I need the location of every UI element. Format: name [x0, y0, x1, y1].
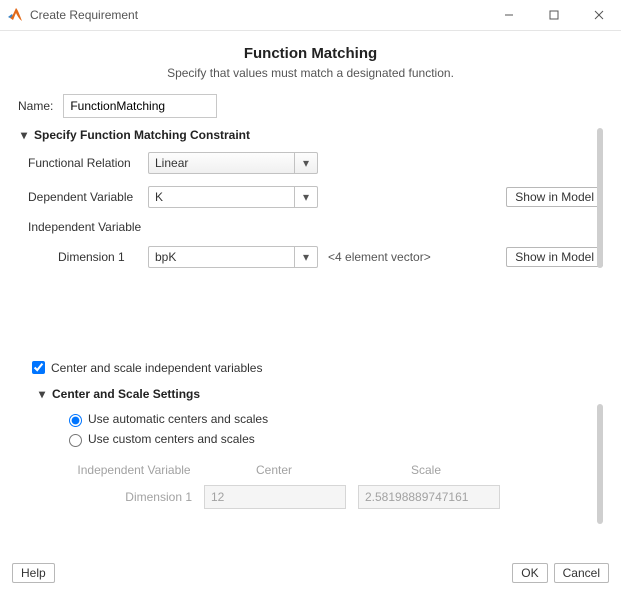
section-constraint-title: Specify Function Matching Constraint: [34, 128, 250, 142]
disclosure-triangle-icon[interactable]: ▾: [36, 387, 48, 401]
dimension-1-value: bpK: [149, 250, 294, 264]
chevron-down-icon: ▾: [294, 187, 317, 207]
radio-auto[interactable]: [69, 414, 82, 427]
dimension-1-select[interactable]: bpK ▾: [148, 246, 318, 268]
page-subtitle: Specify that values must match a designa…: [18, 66, 603, 80]
matlab-logo-icon: [8, 7, 24, 23]
ok-button[interactable]: OK: [512, 563, 547, 583]
independent-variable-header: Independent Variable: [28, 220, 603, 234]
close-button[interactable]: [576, 0, 621, 30]
chevron-down-icon: ▾: [294, 153, 317, 173]
center-scale-checkbox[interactable]: [32, 361, 45, 374]
show-in-model-dependent-button[interactable]: Show in Model: [506, 187, 603, 207]
functional-relation-select[interactable]: Linear ▾: [148, 152, 318, 174]
dimension-1-row: Dimension 1 bpK ▾ <4 element vector> Sho…: [58, 246, 603, 268]
independent-variable-label: Independent Variable: [28, 220, 141, 234]
radio-auto-label: Use automatic centers and scales: [88, 412, 268, 426]
name-input[interactable]: [63, 94, 217, 118]
table-row-label: Dimension 1: [64, 490, 204, 504]
dependent-variable-label: Dependent Variable: [28, 190, 148, 204]
dialog-content: Function Matching Specify that values mu…: [0, 31, 621, 553]
dimension-1-label: Dimension 1: [58, 250, 148, 264]
minimize-button[interactable]: [486, 0, 531, 30]
center-scale-checkbox-label: Center and scale independent variables: [51, 361, 262, 375]
footer: Help OK Cancel: [0, 556, 621, 590]
center-scale-section-title: Center and Scale Settings: [52, 387, 200, 401]
scroll-pane: ▾ Specify Function Matching Constraint F…: [18, 128, 603, 546]
window-title: Create Requirement: [30, 8, 486, 22]
dependent-variable-value: K: [149, 190, 294, 204]
functional-relation-label: Functional Relation: [28, 156, 148, 170]
radio-auto-row[interactable]: Use automatic centers and scales: [64, 411, 603, 427]
center-scale-section-header[interactable]: ▾ Center and Scale Settings: [36, 387, 603, 401]
page-title: Function Matching: [18, 45, 603, 62]
dependent-variable-select[interactable]: K ▾: [148, 186, 318, 208]
col-center: Center: [204, 463, 344, 477]
scrollbar-thumb[interactable]: [597, 128, 603, 268]
scale-input: [358, 485, 500, 509]
cancel-button[interactable]: Cancel: [554, 563, 609, 583]
functional-relation-row: Functional Relation Linear ▾: [28, 152, 603, 174]
radio-custom-label: Use custom centers and scales: [88, 432, 255, 446]
radio-custom[interactable]: [69, 434, 82, 447]
table-header: Independent Variable Center Scale: [64, 463, 603, 477]
disclosure-triangle-icon[interactable]: ▾: [18, 128, 30, 142]
center-scale-table: Independent Variable Center Scale Dimens…: [64, 463, 603, 509]
name-row: Name:: [18, 94, 603, 118]
dimension-1-hint: <4 element vector>: [328, 250, 431, 264]
name-label: Name:: [18, 99, 53, 113]
chevron-down-icon: ▾: [294, 247, 317, 267]
col-independent-variable: Independent Variable: [64, 463, 204, 477]
table-row: Dimension 1: [64, 485, 603, 509]
maximize-button[interactable]: [531, 0, 576, 30]
radio-custom-row[interactable]: Use custom centers and scales: [64, 431, 603, 447]
show-in-model-dim1-button[interactable]: Show in Model: [506, 247, 603, 267]
help-button[interactable]: Help: [12, 563, 55, 583]
scrollbar[interactable]: [597, 128, 603, 546]
col-scale: Scale: [356, 463, 496, 477]
titlebar: Create Requirement: [0, 0, 621, 31]
section-constraint-header[interactable]: ▾ Specify Function Matching Constraint: [18, 128, 603, 142]
dependent-variable-row: Dependent Variable K ▾ Show in Model: [28, 186, 603, 208]
functional-relation-value: Linear: [149, 156, 294, 170]
scrollbar-thumb[interactable]: [597, 404, 603, 524]
center-scale-checkbox-row: Center and scale independent variables: [28, 358, 603, 377]
center-input: [204, 485, 346, 509]
